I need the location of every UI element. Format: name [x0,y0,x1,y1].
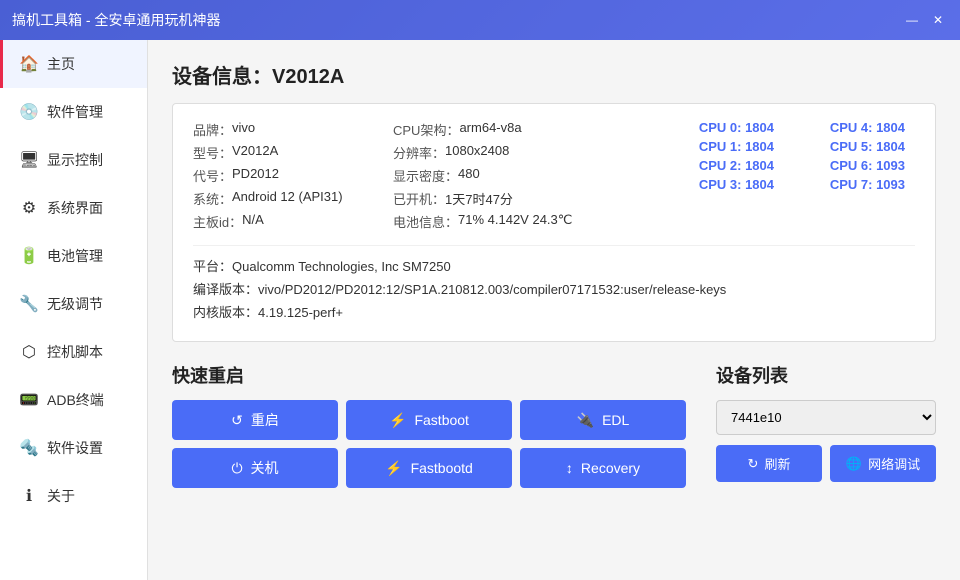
titlebar-title: 搞机工具箱 - 全安卓通用玩机神器 [12,10,220,30]
sidebar-label-system: 系统界面 [47,198,103,218]
sidebar-item-home[interactable]: 🏠 主页 [0,40,147,88]
home-icon: 🏠 [19,54,39,74]
cpu-col-2: CPU 4: 1804 CPU 5: 1804 CPU 6: 1093 CPU 7: … [784,120,915,235]
sidebar-label-adb: ADB终端 [47,390,104,410]
sidebar-item-script[interactable]: ⬡ 控机脚本 [0,328,147,376]
quick-reboot-title: 快速重启 [172,362,686,388]
device-field-row: 代号：PD2012 [193,166,393,185]
device-info-title: 设备信息：V2012A [172,60,936,89]
device-field-row: 型号：V2012A [193,143,393,162]
bottom-section: 快速重启 ↺ 重启 ⚡ Fastboot 🔌 EDL ⏻ 关机 ⚡ Fastbootd ↕ Recov… [172,362,936,488]
reboot-label: 重启 [251,410,279,430]
device-field-row: 主板id：N/A [193,212,393,231]
minimize-button[interactable]: — [902,10,922,30]
cpu-row: CPU 4: 1804 [784,120,915,135]
edl-button[interactable]: 🔌 EDL [520,400,686,440]
device-info-extra: 平台：Qualcomm Technologies, Inc SM7250 编译版… [193,245,915,321]
shutdown-icon: ⏻ [231,460,242,477]
kernel-info: 内核版本：4.19.125-perf+ [193,302,915,321]
shutdown-button[interactable]: ⏻ 关机 [172,448,338,488]
sidebar-item-battery[interactable]: 🔋 电池管理 [0,232,147,280]
display-icon: 🖥 [19,150,39,170]
tweaks-icon: 🔧 [19,294,39,314]
device-btn-row: ↻ 刷新 🌐 网络调试 [716,445,936,482]
device-field-row: 系统：Android 12 (API31) [193,189,393,208]
close-button[interactable]: ✕ [928,10,948,30]
edl-label: EDL [602,412,629,428]
recovery-button[interactable]: ↕ Recovery [520,448,686,488]
device-list-title: 设备列表 [716,362,936,388]
fastboot-label: Fastboot [414,412,468,428]
reboot-btn-grid: ↺ 重启 ⚡ Fastboot 🔌 EDL ⏻ 关机 ⚡ Fastbootd ↕ Recovery [172,400,686,488]
refresh-icon: ↻ [748,456,759,472]
sidebar-label-software: 软件管理 [47,102,103,122]
device-field-row: 品牌：vivo [193,120,393,139]
device-field-right-row: 电池信息：71% 4.142V 24.3℃ [393,212,653,231]
recovery-icon: ↕ [566,460,573,476]
fastbootd-icon: ⚡ [385,460,402,477]
sidebar-label-about: 关于 [47,486,75,506]
device-field-right-row: 分辨率：1080x2408 [393,143,653,162]
sidebar-label-tweaks: 无级调节 [47,294,103,314]
software-icon: 💿 [19,102,39,122]
network-label: 网络调试 [868,454,920,473]
device-field-right-row: 已开机：1天7时47分 [393,189,653,208]
device-fields-left: 品牌：vivo 型号：V2012A 代号：PD2012 系统：Android 12 (… [193,120,393,235]
titlebar: 搞机工具箱 - 全安卓通用玩机神器 — ✕ [0,0,960,40]
settings-icon: 🔩 [19,438,39,458]
recovery-label: Recovery [581,460,640,476]
compiler-info: 编译版本：vivo/PD2012/PD2012:12/SP1A.210812.0… [193,279,915,298]
adb-icon: 📟 [19,390,39,410]
sidebar-item-display[interactable]: 🖥 显示控制 [0,136,147,184]
sidebar-label-display: 显示控制 [47,150,103,170]
sidebar-item-tweaks[interactable]: 🔧 无级调节 [0,280,147,328]
script-icon: ⬡ [19,342,39,362]
titlebar-controls: — ✕ [902,10,948,30]
device-info-card: 品牌：vivo 型号：V2012A 代号：PD2012 系统：Android 12 (… [172,103,936,342]
sidebar-item-about[interactable]: ℹ 关于 [0,472,147,520]
cpu-row: CPU 6: 1093 [784,158,915,173]
device-field-right-row: 显示密度：480 [393,166,653,185]
battery-icon: 🔋 [19,246,39,266]
main-layout: 🏠 主页 💿 软件管理 🖥 显示控制 ⚙ 系统界面 🔋 电池管理 🔧 无级调节 ⬡ 控机脚本 📟 ADB终端 🔩… [0,40,960,580]
cpu-row: CPU 7: 1093 [784,177,915,192]
sidebar-label-battery: 电池管理 [47,246,103,266]
sidebar-item-adb[interactable]: 📟 ADB终端 [0,376,147,424]
fastbootd-label: Fastbootd [411,460,473,476]
platform-info: 平台：Qualcomm Technologies, Inc SM7250 [193,256,915,275]
about-icon: ℹ [19,486,39,506]
cpu-row: CPU 1: 1804 [653,139,784,154]
shutdown-label: 关机 [251,458,279,478]
device-list-section: 设备列表 7441e10 ↻ 刷新 🌐 网络调试 [716,362,936,488]
sidebar-label-home: 主页 [47,54,75,74]
titlebar-left: 搞机工具箱 - 全安卓通用玩机神器 [12,10,220,30]
device-select[interactable]: 7441e10 [716,400,936,435]
reboot-icon: ↺ [231,412,243,429]
cpu-row: CPU 5: 1804 [784,139,915,154]
system-icon: ⚙ [19,198,39,218]
refresh-label: 刷新 [764,454,790,473]
sidebar: 🏠 主页 💿 软件管理 🖥 显示控制 ⚙ 系统界面 🔋 电池管理 🔧 无级调节 ⬡ 控机脚本 📟 ADB终端 🔩… [0,40,148,580]
sidebar-item-settings[interactable]: 🔩 软件设置 [0,424,147,472]
edl-icon: 🔌 [577,412,594,429]
reboot-button[interactable]: ↺ 重启 [172,400,338,440]
sidebar-label-script: 控机脚本 [47,342,103,362]
quick-reboot-section: 快速重启 ↺ 重启 ⚡ Fastboot 🔌 EDL ⏻ 关机 ⚡ Fastbootd ↕ Recov… [172,362,686,488]
device-field-right-row: CPU架构：arm64-v8a [393,120,653,139]
cpu-row: CPU 2: 1804 [653,158,784,173]
cpu-row: CPU 3: 1804 [653,177,784,192]
fastboot-button[interactable]: ⚡ Fastboot [346,400,512,440]
sidebar-item-system[interactable]: ⚙ 系统界面 [0,184,147,232]
refresh-button[interactable]: ↻ 刷新 [716,445,822,482]
content-area: 设备信息：V2012A 品牌：vivo 型号：V2012A 代号：PD2012 系统：… [148,40,960,580]
sidebar-item-software[interactable]: 💿 软件管理 [0,88,147,136]
device-fields-right: CPU架构：arm64-v8a 分辨率：1080x2408 显示密度：480 已开机：… [393,120,653,235]
fastboot-icon: ⚡ [389,412,406,429]
network-debug-button[interactable]: 🌐 网络调试 [830,445,936,482]
cpu-row: CPU 0: 1804 [653,120,784,135]
fastbootd-button[interactable]: ⚡ Fastbootd [346,448,512,488]
network-icon: 🌐 [846,456,862,472]
cpu-col-1: CPU 0: 1804 CPU 1: 1804 CPU 2: 1804 CPU 3: … [653,120,784,235]
sidebar-label-settings: 软件设置 [47,438,103,458]
